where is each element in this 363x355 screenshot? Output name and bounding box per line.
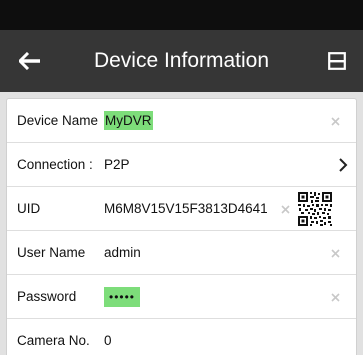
clear-user-name-button[interactable] bbox=[327, 245, 343, 261]
device-name-value: MyDVR bbox=[104, 111, 153, 130]
uid-row: UID M6M8V15V15F3813D4641 bbox=[7, 187, 356, 231]
connection-value: P2P bbox=[104, 157, 130, 172]
device-name-label: Device Name bbox=[17, 113, 99, 128]
password-value: ••••• bbox=[104, 287, 141, 307]
device-name-field[interactable]: MyDVR bbox=[104, 99, 153, 143]
qr-code-icon[interactable] bbox=[297, 191, 333, 227]
clear-uid-button[interactable] bbox=[277, 201, 293, 217]
user-name-label: User Name bbox=[17, 245, 86, 260]
camera-no-field[interactable]: 0 bbox=[104, 319, 112, 355]
password-row: Password ••••• bbox=[7, 275, 356, 319]
status-bar bbox=[0, 0, 363, 30]
clear-device-name-button[interactable] bbox=[327, 113, 343, 129]
user-name-row: User Name admin bbox=[7, 231, 356, 275]
camera-no-row: Camera No. 0 bbox=[7, 319, 356, 355]
close-icon bbox=[280, 204, 290, 214]
close-icon bbox=[330, 116, 340, 126]
chevron-right-icon[interactable] bbox=[336, 157, 350, 173]
connection-label: Connection : bbox=[17, 157, 93, 172]
user-name-field[interactable]: admin bbox=[104, 231, 141, 275]
uid-field[interactable]: M6M8V15V15F3813D4641 bbox=[104, 187, 268, 231]
clear-password-button[interactable] bbox=[327, 289, 343, 305]
connection-row[interactable]: Connection : P2P bbox=[7, 143, 356, 187]
close-icon bbox=[330, 248, 340, 258]
save-icon bbox=[328, 52, 346, 70]
close-icon bbox=[330, 292, 340, 302]
camera-no-label: Camera No. bbox=[17, 333, 90, 348]
save-button[interactable] bbox=[319, 44, 355, 78]
device-info-card: Device Name MyDVR Connection : P2P UID M… bbox=[6, 98, 357, 355]
password-field[interactable]: ••••• bbox=[104, 275, 141, 319]
content-panel: Device Name MyDVR Connection : P2P UID M… bbox=[0, 92, 363, 355]
nav-bar: Device Information bbox=[0, 30, 363, 92]
page-title: Device Information bbox=[93, 49, 270, 72]
device-name-row: Device Name MyDVR bbox=[7, 99, 356, 143]
uid-label: UID bbox=[17, 201, 41, 216]
password-label: Password bbox=[17, 289, 77, 304]
